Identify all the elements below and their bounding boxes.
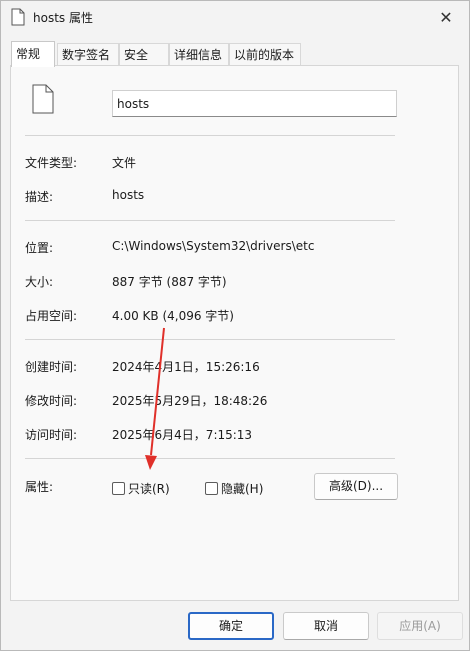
size-on-disk-value: 4.00 KB (4,096 字节) [112, 309, 234, 323]
separator [25, 135, 395, 136]
tab-security[interactable]: 安全 [119, 43, 169, 65]
size-value: 887 字节 (887 字节) [112, 275, 227, 289]
cancel-button[interactable]: 取消 [283, 612, 369, 640]
tab-previous-versions[interactable]: 以前的版本 [229, 43, 301, 65]
file-type-value: 文件 [112, 156, 137, 170]
tab-general[interactable]: 常规 [11, 41, 55, 67]
separator [25, 458, 395, 459]
file-large-icon [32, 84, 54, 114]
attributes-label: 属性: [25, 480, 54, 494]
description-value: hosts [112, 188, 145, 202]
ok-button[interactable]: 确定 [188, 612, 274, 640]
general-tab-panel: 文件类型: 文件 描述: hosts 位置: C:\Windows\System… [10, 65, 459, 601]
readonly-checkbox-label: 只读(R) [128, 482, 170, 496]
hidden-checkbox[interactable]: 隐藏(H) [205, 480, 263, 497]
created-value: 2024年4月1日，15:26:16 [112, 360, 260, 374]
properties-window: hosts 属性 ✕ 常规 数字签名 安全 详细信息 以前的版本 文件类型: 文… [0, 0, 470, 651]
modified-label: 修改时间: [25, 394, 78, 408]
location-value: C:\Windows\System32\drivers\etc [112, 239, 315, 253]
close-icon: ✕ [439, 7, 453, 27]
size-on-disk-label: 占用空间: [25, 309, 78, 323]
hidden-checkbox-label: 隐藏(H) [221, 482, 264, 496]
close-button[interactable]: ✕ [423, 1, 469, 33]
file-name-input[interactable] [112, 90, 397, 117]
separator [25, 220, 395, 221]
size-label: 大小: [25, 275, 54, 289]
modified-value: 2025年5月29日，18:48:26 [112, 394, 268, 408]
apply-button[interactable]: 应用(A) [377, 612, 463, 640]
separator [25, 339, 395, 340]
window-title: hosts 属性 [33, 11, 93, 25]
description-label: 描述: [25, 190, 54, 204]
accessed-value: 2025年6月4日，7:15:13 [112, 428, 253, 442]
tab-digital-signatures[interactable]: 数字签名 [57, 43, 119, 65]
file-type-label: 文件类型: [25, 156, 78, 170]
location-label: 位置: [25, 241, 54, 255]
readonly-checkbox[interactable]: 只读(R) [112, 480, 170, 497]
created-label: 创建时间: [25, 360, 78, 374]
advanced-button[interactable]: 高级(D)... [314, 473, 398, 500]
readonly-checkbox-box[interactable] [112, 482, 125, 495]
accessed-label: 访问时间: [25, 428, 78, 442]
tab-details[interactable]: 详细信息 [169, 43, 229, 65]
title-bar: hosts 属性 ✕ [1, 1, 469, 33]
hidden-checkbox-box[interactable] [205, 482, 218, 495]
file-icon [11, 8, 25, 26]
